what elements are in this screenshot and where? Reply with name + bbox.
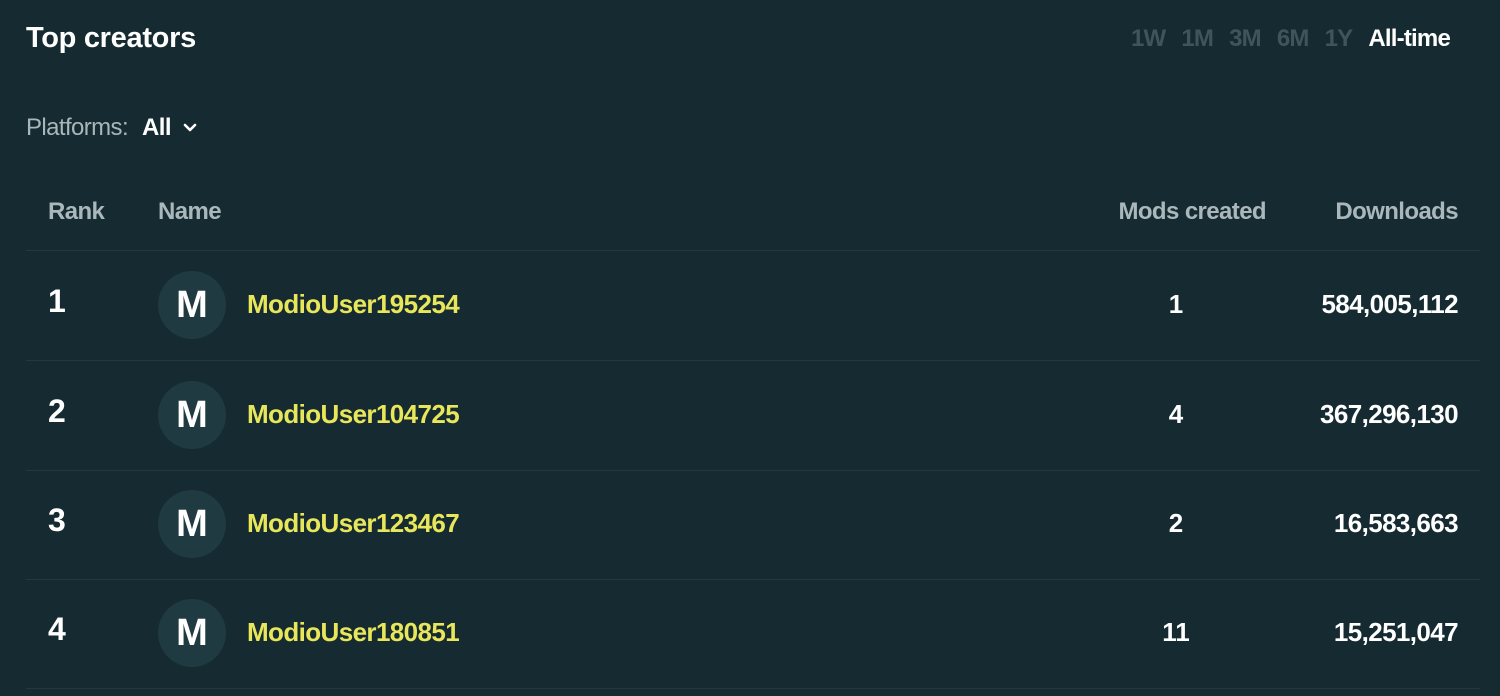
mods-created-cell: 1 — [1168, 289, 1184, 319]
avatar[interactable]: M — [158, 271, 226, 339]
tab-1w[interactable]: 1W — [1131, 25, 1166, 53]
tab-all-time[interactable]: All-time — [1368, 25, 1450, 53]
column-header-rank[interactable]: Rank — [48, 198, 105, 226]
avatar[interactable]: M — [158, 490, 226, 558]
top-creators-panel: Top creators 1W 1M 3M 6M 1Y All-time Pla… — [0, 0, 1500, 696]
table-row[interactable]: 3 M ModioUser123467 2 16,583,663 — [26, 470, 1480, 580]
downloads-cell: 16,583,663 — [1333, 508, 1459, 538]
tab-1y[interactable]: 1Y — [1325, 25, 1354, 53]
tab-6m[interactable]: 6M — [1277, 25, 1310, 53]
platforms-dropdown[interactable]: All — [142, 114, 199, 142]
downloads-cell: 367,296,130 — [1320, 399, 1459, 429]
platforms-filter: Platforms: All — [26, 114, 199, 142]
rank-cell: 4 — [48, 611, 66, 647]
chevron-down-icon — [183, 123, 197, 132]
tab-1m[interactable]: 1M — [1181, 25, 1214, 53]
downloads-cell: 584,005,112 — [1321, 289, 1458, 319]
column-header-name[interactable]: Name — [158, 198, 222, 226]
time-range-tabs: 1W 1M 3M 6M 1Y All-time — [1131, 25, 1451, 53]
platforms-value: All — [142, 114, 171, 141]
downloads-cell: 15,251,047 — [1333, 617, 1459, 647]
tab-3m[interactable]: 3M — [1229, 25, 1262, 53]
mods-created-cell: 11 — [1162, 617, 1190, 647]
rank-cell: 3 — [48, 502, 66, 538]
platforms-label: Platforms: — [26, 114, 129, 141]
column-header-mods-created[interactable]: Mods created — [1118, 198, 1266, 226]
table-row[interactable]: 4 M ModioUser180851 11 15,251,047 — [26, 579, 1480, 689]
column-header-downloads[interactable]: Downloads — [1335, 198, 1458, 226]
rank-cell: 1 — [48, 283, 66, 319]
creator-name-link[interactable]: ModioUser180851 — [247, 617, 460, 648]
creator-name-link[interactable]: ModioUser104725 — [247, 399, 460, 430]
creator-name-link[interactable]: ModioUser195254 — [247, 289, 460, 320]
table-header: Rank Name Mods created Downloads — [26, 190, 1480, 251]
mods-created-cell: 4 — [1168, 399, 1184, 429]
table-row[interactable]: 1 M ModioUser195254 1 584,005,112 — [26, 251, 1480, 361]
avatar[interactable]: M — [158, 599, 226, 667]
rank-cell: 2 — [48, 393, 66, 429]
panel-title: Top creators — [26, 22, 196, 54]
table-row[interactable]: 2 M ModioUser104725 4 367,296,130 — [26, 361, 1480, 471]
creator-name-link[interactable]: ModioUser123467 — [247, 508, 460, 539]
mods-created-cell: 2 — [1168, 508, 1184, 538]
avatar[interactable]: M — [158, 381, 226, 449]
